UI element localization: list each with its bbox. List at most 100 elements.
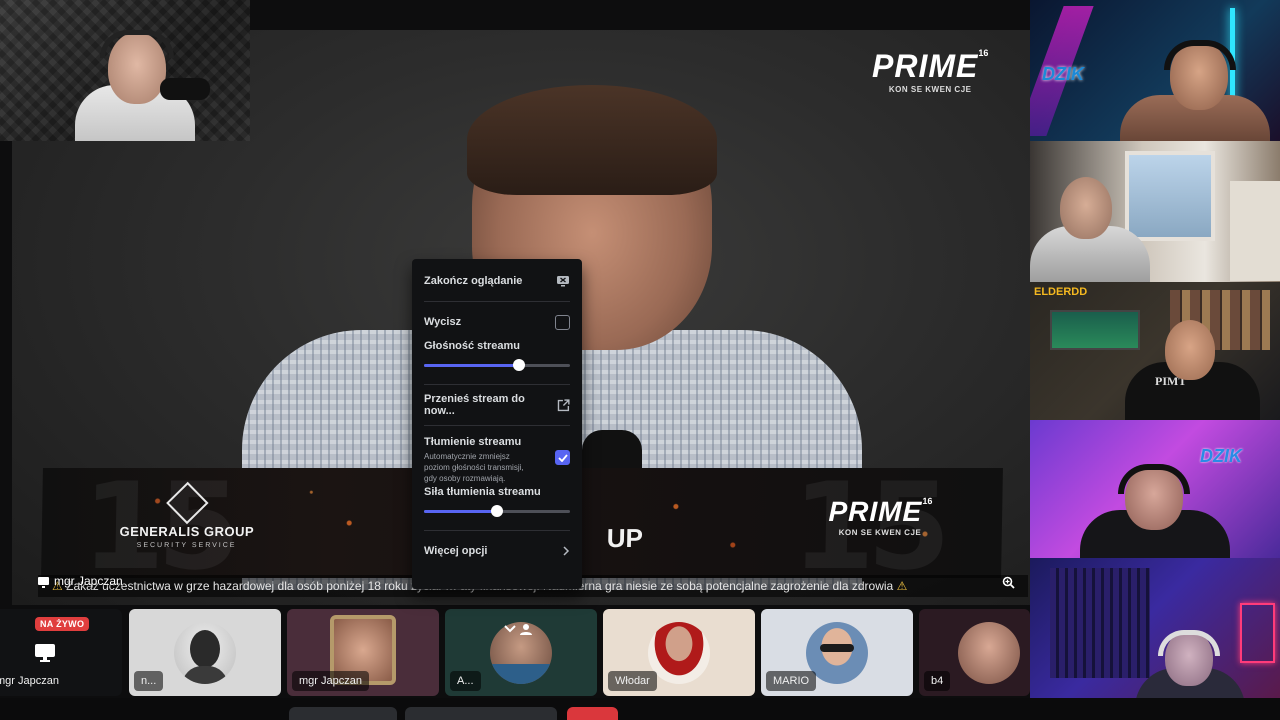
participant-tile[interactable]: A...	[445, 609, 597, 696]
slider-fill	[424, 510, 497, 513]
participant-avatar	[958, 621, 1020, 684]
dzik-logo: DZIK	[1042, 64, 1084, 84]
generalis-name: GENERALIS GROUP	[119, 524, 255, 539]
participant-tile[interactable]: NA ŻYWO mgr Japczan	[0, 609, 122, 696]
participant-name: A...	[450, 671, 481, 691]
elder-logo: ELDERDD	[1034, 286, 1088, 298]
checkmark-icon	[557, 453, 568, 462]
zoom-button[interactable]	[998, 572, 1018, 592]
volume-slider[interactable]	[424, 356, 570, 374]
speaker-hair	[467, 85, 717, 195]
streamer-name: mgr Japczan	[54, 574, 123, 588]
mute-label: Wycisz	[424, 316, 462, 328]
attenuation-item[interactable]: Tłumienie streamu Automatycznie zmniejsz…	[420, 430, 574, 483]
facecam-right-3[interactable]: ELDERDD PIMT	[1030, 282, 1280, 420]
participants-row: NA ŻYWO mgr Japczan n... mgr Japczan A..…	[0, 606, 1030, 698]
participant-name: mgr Japczan	[292, 671, 369, 691]
participant-avatar	[648, 621, 710, 684]
slider-fill	[424, 364, 519, 367]
control-button[interactable]	[405, 707, 557, 720]
participant-tile[interactable]: Włodar	[603, 609, 755, 696]
participant-tile[interactable]: n...	[129, 609, 281, 696]
volume-label: Głośność streamu	[424, 340, 520, 352]
headphones-icon	[1164, 40, 1236, 70]
warning-icon: ⚠	[896, 579, 908, 593]
menu-separator	[424, 384, 570, 385]
control-button[interactable]	[289, 707, 397, 720]
person-head	[1165, 320, 1215, 380]
headphones-icon	[1118, 464, 1190, 494]
dzik-logo: DZIK	[1200, 446, 1242, 466]
person-head	[1060, 177, 1112, 239]
generalis-sub: SECURITY SERVICE	[136, 542, 237, 549]
facecam-right-2[interactable]	[1030, 141, 1280, 282]
prime-logo-number: 16	[922, 496, 933, 506]
window	[1125, 151, 1215, 241]
avatar-face	[190, 629, 220, 668]
live-badge: NA ŻYWO	[35, 617, 90, 631]
aquarium	[1050, 310, 1140, 350]
participant-name: mgr Japczan	[0, 675, 59, 687]
prime-logo-number: 16	[978, 48, 989, 58]
chevron-right-icon	[563, 546, 570, 556]
attenuation-strength-slider[interactable]	[424, 502, 570, 520]
menu-separator	[424, 530, 570, 531]
headphones-icon	[1158, 630, 1220, 656]
mute-checkbox[interactable]	[555, 314, 570, 330]
popout-item[interactable]: Przenieś stream do now...	[420, 389, 574, 421]
avatar-body	[490, 663, 552, 684]
sunglasses-icon	[820, 643, 854, 652]
facecam-top-left[interactable]	[0, 0, 250, 141]
streamer-name-tag: mgr Japczan	[38, 572, 123, 590]
disconnect-button[interactable]	[567, 707, 618, 720]
generalis-diamond-icon	[166, 481, 209, 525]
prime-logo-tagline: KON SE KWEN CJE	[888, 85, 972, 94]
popout-label: Przenieś stream do now...	[424, 393, 525, 417]
prime-logo-top: PRIME16 KON SE KWEN CJE	[872, 48, 988, 94]
participant-tile[interactable]: MARIO	[761, 609, 913, 696]
generalis-logo: GENERALIS GROUP SECURITY SERVICE	[102, 481, 273, 549]
participant-name: Włodar	[608, 671, 657, 691]
more-options-item[interactable]: Więcej opcji	[420, 535, 574, 567]
prime-logo-word: PRIME	[828, 496, 923, 527]
facecam-right-1[interactable]: DZIK	[1030, 0, 1280, 141]
slider-knob[interactable]	[512, 359, 525, 371]
prime-logo-word: PRIME	[872, 48, 979, 84]
avatar-body	[182, 665, 228, 684]
stop-stream-icon	[557, 276, 569, 287]
popout-icon	[557, 398, 570, 411]
stop-watching-item[interactable]: Zakończ oglądanie	[420, 265, 574, 297]
mute-item[interactable]: Wycisz	[420, 306, 574, 338]
monitor-icon	[38, 577, 49, 588]
participant-name: MARIO	[766, 671, 817, 691]
participant-tile[interactable]: mgr Japczan	[287, 609, 439, 696]
zoom-icon	[1002, 576, 1015, 589]
menu-separator	[424, 425, 570, 426]
chevron-down-icon[interactable]	[502, 621, 536, 637]
shelf	[1230, 181, 1280, 281]
more-options-label: Więcej opcji	[424, 545, 488, 557]
slider-knob[interactable]	[491, 505, 503, 517]
bottom-controls-bar	[0, 698, 1280, 720]
attenuation-label: Tłumienie streamu	[424, 436, 522, 448]
facecam-right-5[interactable]	[1030, 558, 1280, 698]
discord-stream-view: PRIME16 KON SE KWEN CJE 15 15 GENERALIS …	[0, 0, 1280, 720]
participant-name: b4	[924, 671, 951, 691]
menu-separator	[424, 301, 570, 302]
microphone	[160, 78, 210, 100]
facecam-right-4[interactable]: DZIK	[1030, 420, 1280, 558]
attenuation-checkbox[interactable]	[555, 450, 570, 465]
attenuation-strength-label: Siła tłumienia streamu	[424, 486, 541, 498]
neon-shelf	[1240, 603, 1275, 663]
participant-name: n...	[134, 671, 164, 691]
curtain	[1050, 568, 1150, 678]
stream-context-menu: Zakończ oglądanie Wycisz Głośność stream…	[412, 259, 582, 589]
prime-logo-banner: PRIME16 KON SE KWEN CJE	[828, 496, 932, 537]
attenuation-description: Automatycznie zmniejsz poziom głośności …	[424, 452, 524, 483]
prime-logo-tagline: KON SE KWEN CJE	[838, 528, 922, 537]
monitor-icon	[35, 644, 55, 662]
stop-watching-label: Zakończ oglądanie	[424, 275, 523, 287]
banner-text-fragment: UP	[606, 523, 644, 553]
participant-avatar	[174, 621, 236, 684]
participant-tile[interactable]: b4	[919, 609, 1030, 696]
